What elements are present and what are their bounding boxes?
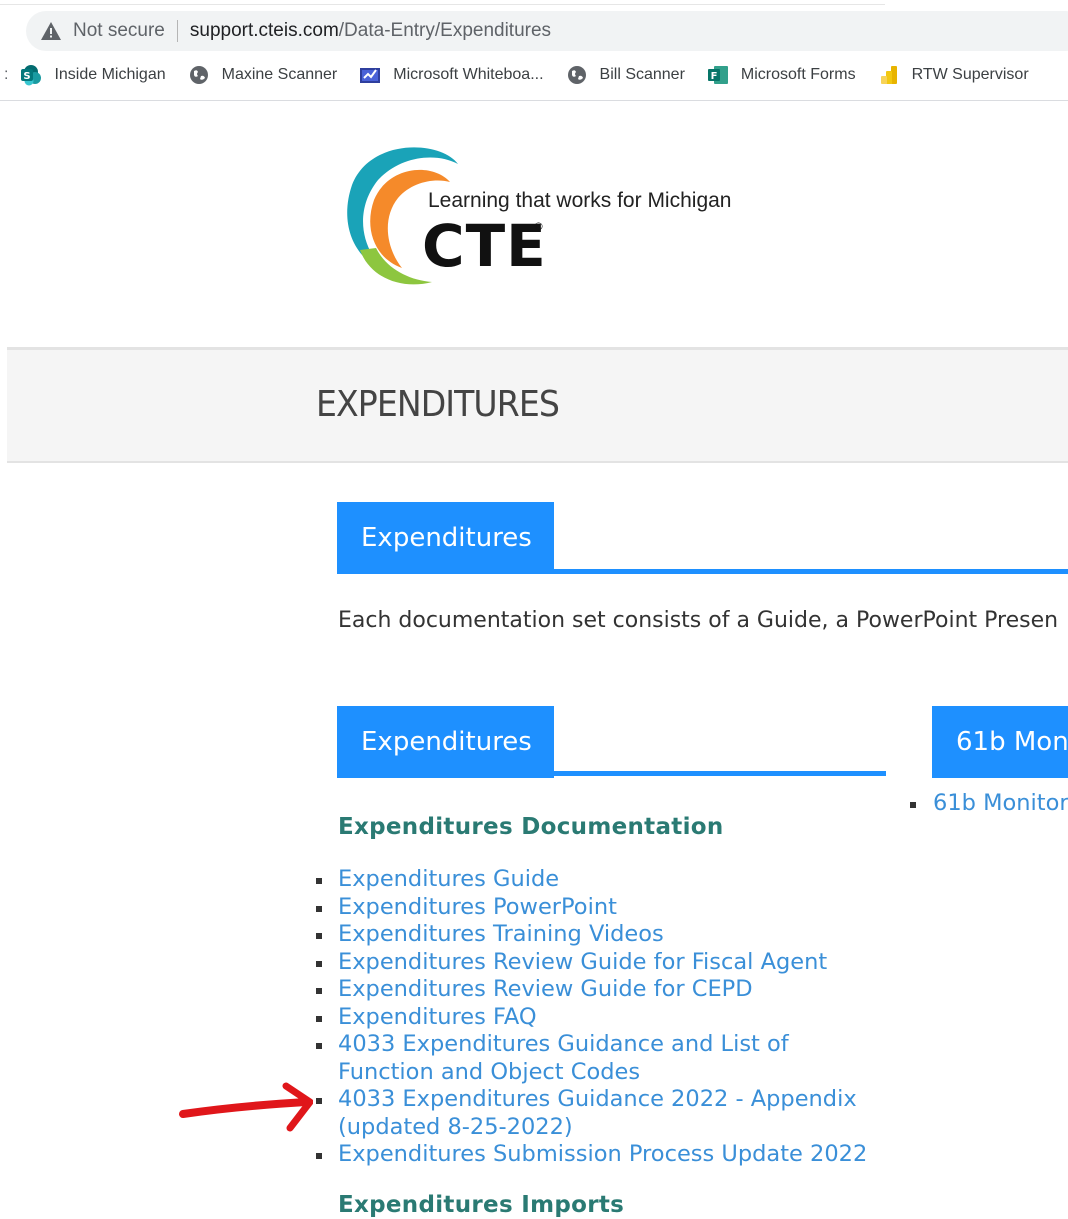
- logo-tagline: Learning that works for Michigan: [428, 189, 732, 212]
- list-item: Expenditures FAQ: [314, 1004, 874, 1032]
- tab-61b-monitor[interactable]: 61b Mon: [932, 706, 1068, 778]
- bookmarks-overflow[interactable]: :: [4, 66, 8, 84]
- bookmark-label: Inside Michigan: [54, 66, 166, 83]
- warning-icon[interactable]: [40, 21, 62, 41]
- globe-icon: [189, 66, 208, 84]
- list-item: 61b Monitor: [910, 790, 1068, 817]
- list-item: 4033 Expenditures Guidance and List of F…: [314, 1031, 874, 1086]
- list-item: Expenditures Review Guide for Fiscal Age…: [314, 949, 874, 977]
- window-top-edge: [0, 4, 885, 5]
- list-item: Expenditures PowerPoint: [314, 894, 874, 922]
- registered-mark: ®: [533, 220, 544, 233]
- bookmark-label: Maxine Scanner: [221, 66, 338, 83]
- bookmarks-bar: : S Inside Michigan Maxine Scanner Micro…: [0, 58, 1068, 92]
- cte-logo[interactable]: Learning that works for Michigan CTE ®: [340, 140, 732, 290]
- documentation-heading: Expenditures Documentation: [338, 814, 724, 840]
- url-text[interactable]: support.cteis.com/Data-Entry/Expenditure…: [190, 20, 551, 42]
- url-path: /Data-Entry/Expenditures: [338, 20, 552, 41]
- bookmark-bill-scanner[interactable]: Bill Scanner: [566, 64, 685, 86]
- documentation-list: Expenditures Guide Expenditures PowerPoi…: [314, 866, 874, 1169]
- whiteboard-icon: [360, 68, 381, 83]
- bookmark-label: RTW Supervisor: [911, 66, 1029, 83]
- imports-heading: Expenditures Imports: [338, 1192, 625, 1218]
- security-label[interactable]: Not secure: [73, 20, 165, 42]
- address-separator: [176, 20, 178, 42]
- bookmark-label: Microsoft Whiteboa...: [393, 66, 544, 83]
- svg-text:F: F: [710, 71, 717, 82]
- tab-expenditures-main[interactable]: Expenditures: [337, 502, 554, 574]
- title-banner: EXPENDITURES: [7, 347, 1068, 463]
- url-host: support.cteis.com: [189, 20, 339, 41]
- sharepoint-icon: S: [21, 65, 42, 86]
- tab-expenditures-panel[interactable]: Expenditures: [337, 706, 554, 778]
- list-item: Expenditures Review Guide for CEPD: [314, 976, 874, 1004]
- bookmark-inside-michigan[interactable]: S Inside Michigan: [20, 64, 166, 86]
- intro-text: Each documentation set consists of a Gui…: [338, 608, 1059, 633]
- forms-icon: F: [707, 66, 728, 84]
- review-guide-fiscal-agent-link[interactable]: Expenditures Review Guide for Fiscal Age…: [338, 949, 827, 975]
- logo-wordmark: CTE: [422, 212, 547, 280]
- red-arrow-annotation-icon: [179, 1082, 313, 1132]
- expenditures-powerpoint-link[interactable]: Expenditures PowerPoint: [338, 894, 617, 920]
- list-item: Expenditures Submission Process Update 2…: [314, 1141, 874, 1169]
- expenditures-guide-link[interactable]: Expenditures Guide: [338, 866, 559, 892]
- function-object-codes-link[interactable]: 4033 Expenditures Guidance and List of F…: [338, 1031, 789, 1085]
- list-item: Expenditures Guide: [314, 866, 874, 894]
- chrome-divider: [0, 100, 1068, 101]
- panel-tab-underline: [337, 771, 886, 776]
- bookmark-maxine-scanner[interactable]: Maxine Scanner: [188, 64, 338, 86]
- globe-icon: [567, 66, 586, 84]
- list-item: Expenditures Training Videos: [314, 921, 874, 949]
- bookmark-microsoft-whiteboard[interactable]: Microsoft Whiteboa...: [359, 64, 544, 86]
- bookmark-label: Bill Scanner: [599, 66, 685, 83]
- training-videos-link[interactable]: Expenditures Training Videos: [338, 921, 664, 947]
- monitor-list: 61b Monitor: [910, 790, 1068, 817]
- page-title: EXPENDITURES: [316, 384, 560, 425]
- main-tab-underline: [337, 569, 1068, 574]
- address-bar[interactable]: Not secure support.cteis.com/Data-Entry/…: [26, 11, 1068, 51]
- list-item: 4033 Expenditures Guidance 2022 - Append…: [314, 1086, 874, 1141]
- guidance-2022-appendix-link[interactable]: 4033 Expenditures Guidance 2022 - Append…: [338, 1086, 857, 1140]
- submission-process-update-link[interactable]: Expenditures Submission Process Update 2…: [338, 1141, 867, 1167]
- svg-text:S: S: [24, 71, 31, 82]
- bookmark-microsoft-forms[interactable]: F Microsoft Forms: [707, 64, 856, 86]
- bookmark-rtw-supervisor[interactable]: RTW Supervisor: [878, 64, 1029, 86]
- bookmark-label: Microsoft Forms: [740, 66, 856, 83]
- power-bi-icon: [880, 66, 897, 84]
- expenditures-faq-link[interactable]: Expenditures FAQ: [338, 1004, 537, 1030]
- review-guide-cepd-link[interactable]: Expenditures Review Guide for CEPD: [338, 976, 753, 1002]
- 61b-monitor-link[interactable]: 61b Monitor: [933, 790, 1068, 816]
